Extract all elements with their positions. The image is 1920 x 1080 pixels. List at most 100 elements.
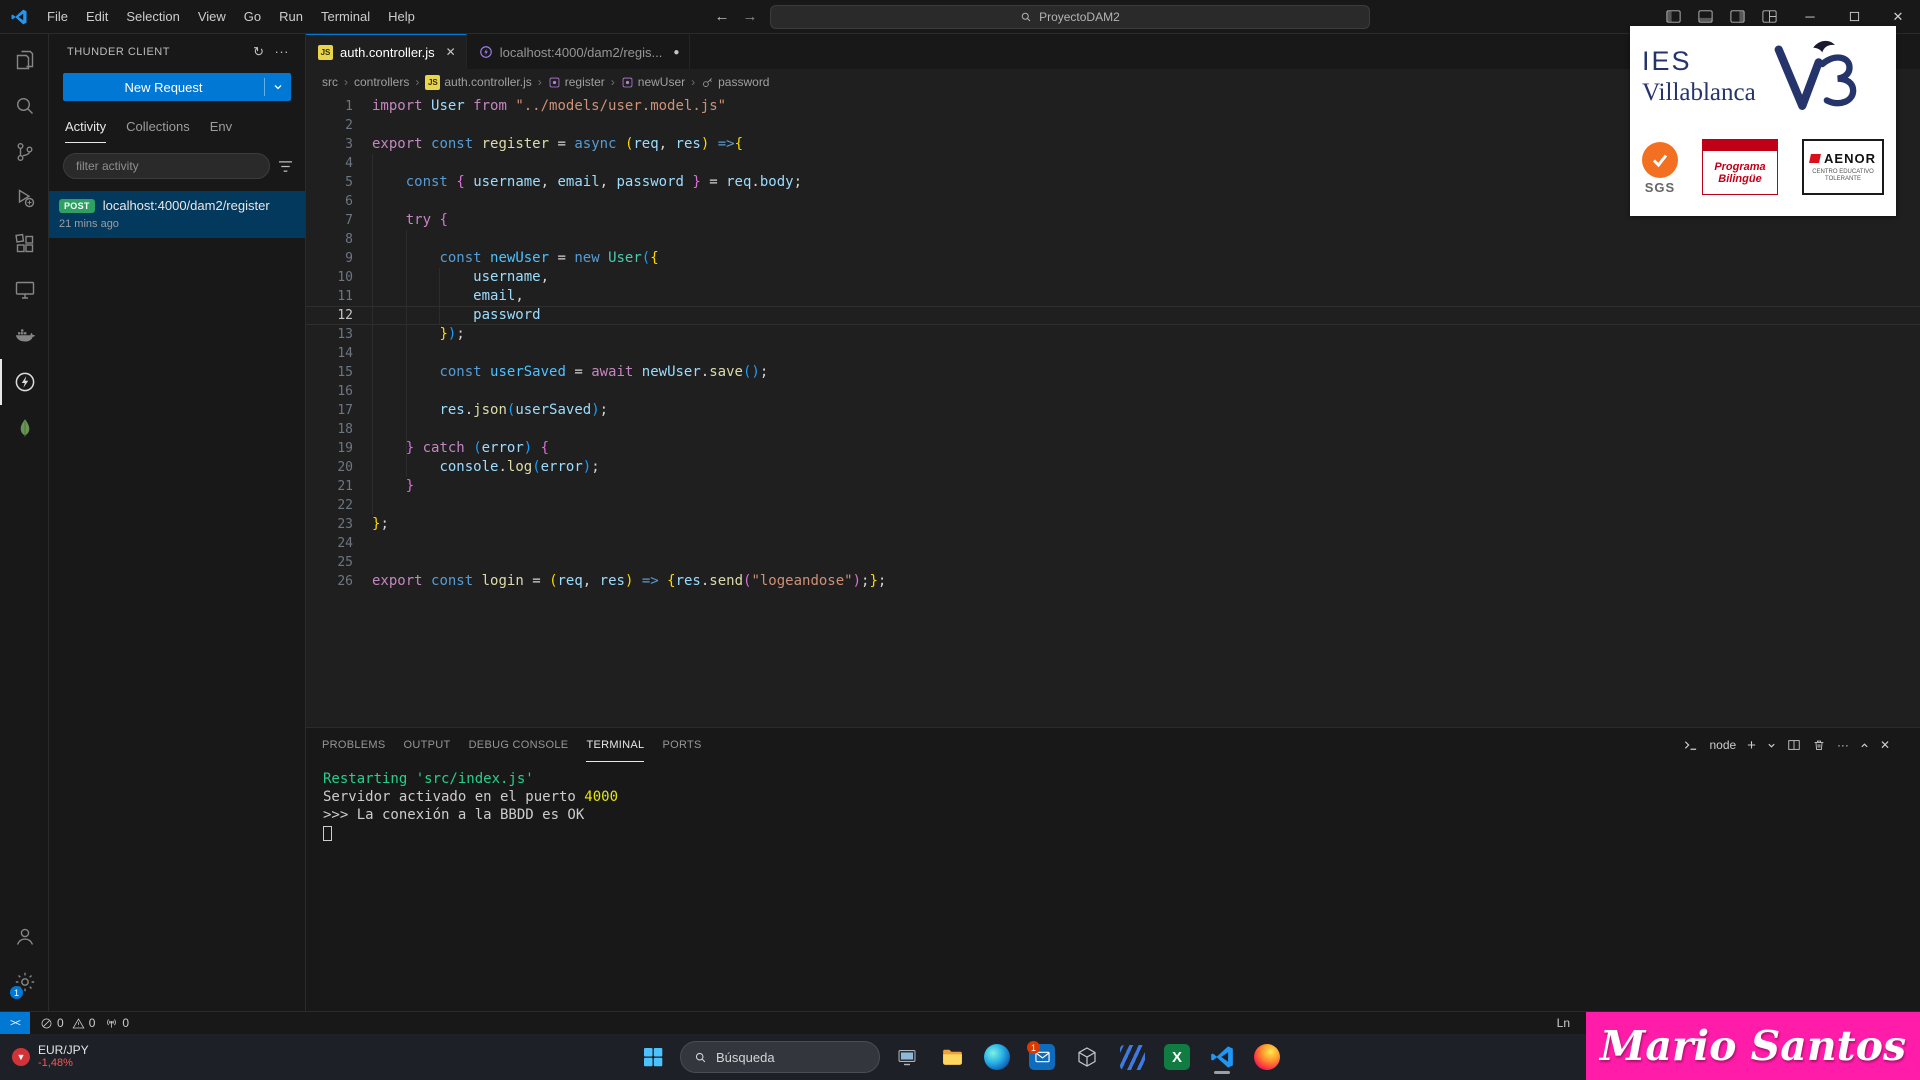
menu-edit[interactable]: Edit [77, 5, 117, 29]
code-line[interactable]: 15 const userSaved = await newUser.save(… [306, 363, 1920, 382]
code-line[interactable]: 12 password [306, 306, 1920, 325]
code-line[interactable]: 9 const newUser = new User({ [306, 249, 1920, 268]
cursor-position[interactable]: Ln [1557, 1016, 1570, 1030]
taskbar-icon-dev-cube[interactable] [1069, 1039, 1105, 1075]
sidebar-tab-activity[interactable]: Activity [65, 111, 107, 143]
menu-go[interactable]: Go [235, 5, 270, 29]
maximize-panel-icon[interactable] [1860, 741, 1869, 750]
editor-tab-inactive[interactable]: localhost:4000/dam2/regis... ● [466, 34, 691, 69]
split-terminal-icon[interactable] [1787, 738, 1801, 752]
code-line[interactable]: 13 }); [306, 325, 1920, 344]
breadcrumb-item[interactable]: src [322, 75, 338, 89]
taskbar-icon-file-explorer[interactable] [934, 1039, 970, 1075]
activity-bar-item-account[interactable] [0, 913, 48, 959]
activity-bar-item-search[interactable] [0, 83, 48, 129]
menu-view[interactable]: View [189, 5, 235, 29]
widgets-button[interactable]: ▼ EUR/JPY -1,48% [12, 1044, 89, 1070]
code-line[interactable]: 26 export const login = (req, res) => {re… [306, 572, 1920, 591]
menu-selection[interactable]: Selection [117, 5, 188, 29]
close-tab-icon[interactable]: ✕ [446, 45, 456, 59]
panel-actions: node + ··· ✕ [1683, 737, 1904, 754]
breadcrumb-item[interactable]: password [701, 75, 769, 89]
excel-icon: X [1164, 1044, 1190, 1070]
activity-bar-item-source-control[interactable] [0, 129, 48, 175]
close-panel-icon[interactable]: ✕ [1880, 738, 1890, 752]
code-line[interactable]: 23}; [306, 515, 1920, 534]
breadcrumb-separator: › [537, 75, 542, 89]
panel-tab-problems[interactable]: PROBLEMS [322, 728, 386, 762]
line-number: 8 [345, 232, 353, 247]
shell-icon [1683, 738, 1698, 753]
code-line[interactable]: 16 [306, 382, 1920, 401]
panel-tab-debug-console[interactable]: DEBUG CONSOLE [469, 728, 569, 762]
menu-help[interactable]: Help [379, 5, 424, 29]
code-line[interactable]: 11 email, [306, 287, 1920, 306]
command-center-search[interactable]: ProyectoDAM2 [769, 4, 1370, 29]
nav-forward-icon[interactable]: → [736, 8, 764, 25]
menu-run[interactable]: Run [270, 5, 312, 29]
menu-file[interactable]: File [38, 5, 77, 29]
ports-indicator[interactable]: 0 [105, 1016, 129, 1030]
taskbar-icon-stripes-app[interactable] [1114, 1039, 1150, 1075]
breadcrumb-item[interactable]: JS auth.controller.js [425, 74, 532, 90]
nav-back-icon[interactable]: ← [708, 8, 736, 25]
widget-symbol: EUR/JPY [38, 1043, 89, 1057]
activity-bar-item-remote-explorer[interactable] [0, 267, 48, 313]
activity-bar-item-docker[interactable] [0, 313, 48, 359]
code-line[interactable]: 17 res.json(userSaved); [306, 401, 1920, 420]
taskbar-icon-computer[interactable] [889, 1039, 925, 1075]
sidebar-tab-env[interactable]: Env [210, 111, 232, 143]
breadcrumb-item[interactable]: register [548, 75, 605, 89]
taskbar-icon-vscode[interactable] [1204, 1039, 1240, 1075]
breadcrumb-item[interactable]: newUser [621, 75, 685, 89]
filter-activity-input[interactable] [63, 153, 270, 179]
code-line[interactable]: 25 [306, 553, 1920, 572]
taskbar-icon-firefox[interactable] [1249, 1039, 1285, 1075]
code-line[interactable]: 14 [306, 344, 1920, 363]
panel-more-icon[interactable]: ··· [1837, 738, 1849, 752]
panel-tab-output[interactable]: OUTPUT [404, 728, 451, 762]
activity-bar-item-mongodb[interactable] [0, 405, 48, 451]
panel-tab-terminal[interactable]: TERMINAL [586, 728, 645, 762]
terminal[interactable]: Restarting 'src/index.js' Servidor activa… [306, 762, 1920, 1011]
menu-terminal[interactable]: Terminal [312, 5, 379, 29]
refresh-icon[interactable]: ↻ [253, 44, 264, 60]
filter-icon[interactable] [278, 160, 293, 173]
taskbar-search[interactable]: Búsqueda [680, 1041, 880, 1073]
code-line[interactable]: 18 [306, 420, 1920, 439]
taskbar-icon-mail[interactable]: 1 [1024, 1039, 1060, 1075]
terminal-dropdown-icon[interactable] [1767, 741, 1776, 750]
code-line[interactable]: 21 } [306, 477, 1920, 496]
problems-indicator[interactable]: 0 0 [40, 1016, 95, 1030]
code-line[interactable]: 8 [306, 230, 1920, 249]
activity-bar-item-settings[interactable]: 1 [0, 959, 48, 1005]
breadcrumb-item[interactable]: controllers [354, 75, 409, 89]
code-line[interactable]: 10 username, [306, 268, 1920, 287]
sidebar-tab-collections[interactable]: Collections [126, 111, 190, 143]
taskbar-icon-edge[interactable] [979, 1039, 1015, 1075]
code-line[interactable]: 19 } catch (error) { [306, 439, 1920, 458]
activity-bar-item-explorer[interactable] [0, 37, 48, 83]
request-history-item[interactable]: POST localhost:4000/dam2/register 21 min… [49, 191, 305, 238]
search-icon [1021, 12, 1031, 21]
activity-bar-item-run-debug[interactable] [0, 175, 48, 221]
new-terminal-icon[interactable]: + [1747, 737, 1756, 754]
editor-tab-active[interactable]: JS auth.controller.js ✕ [306, 34, 467, 69]
taskbar-icon-excel[interactable]: X [1159, 1039, 1195, 1075]
chevron-down-icon[interactable] [265, 73, 291, 101]
panel-tab-ports[interactable]: PORTS [662, 728, 701, 762]
code-line[interactable]: 24 [306, 534, 1920, 553]
activity-bar-item-thunder-client[interactable] [0, 359, 48, 405]
code-line[interactable]: 22 [306, 496, 1920, 515]
remote-indicator[interactable]: >< [0, 1012, 30, 1034]
code-line[interactable]: 20 console.log(error); [306, 458, 1920, 477]
more-actions-icon[interactable]: ··· [275, 44, 290, 59]
new-request-button[interactable]: New Request [63, 73, 291, 101]
activity-bar-item-extensions[interactable] [0, 221, 48, 267]
widget-change: -1,48% [38, 1057, 73, 1069]
start-button[interactable] [635, 1039, 671, 1075]
kill-terminal-icon[interactable] [1812, 738, 1826, 752]
modified-dot-icon[interactable]: ● [673, 47, 679, 58]
